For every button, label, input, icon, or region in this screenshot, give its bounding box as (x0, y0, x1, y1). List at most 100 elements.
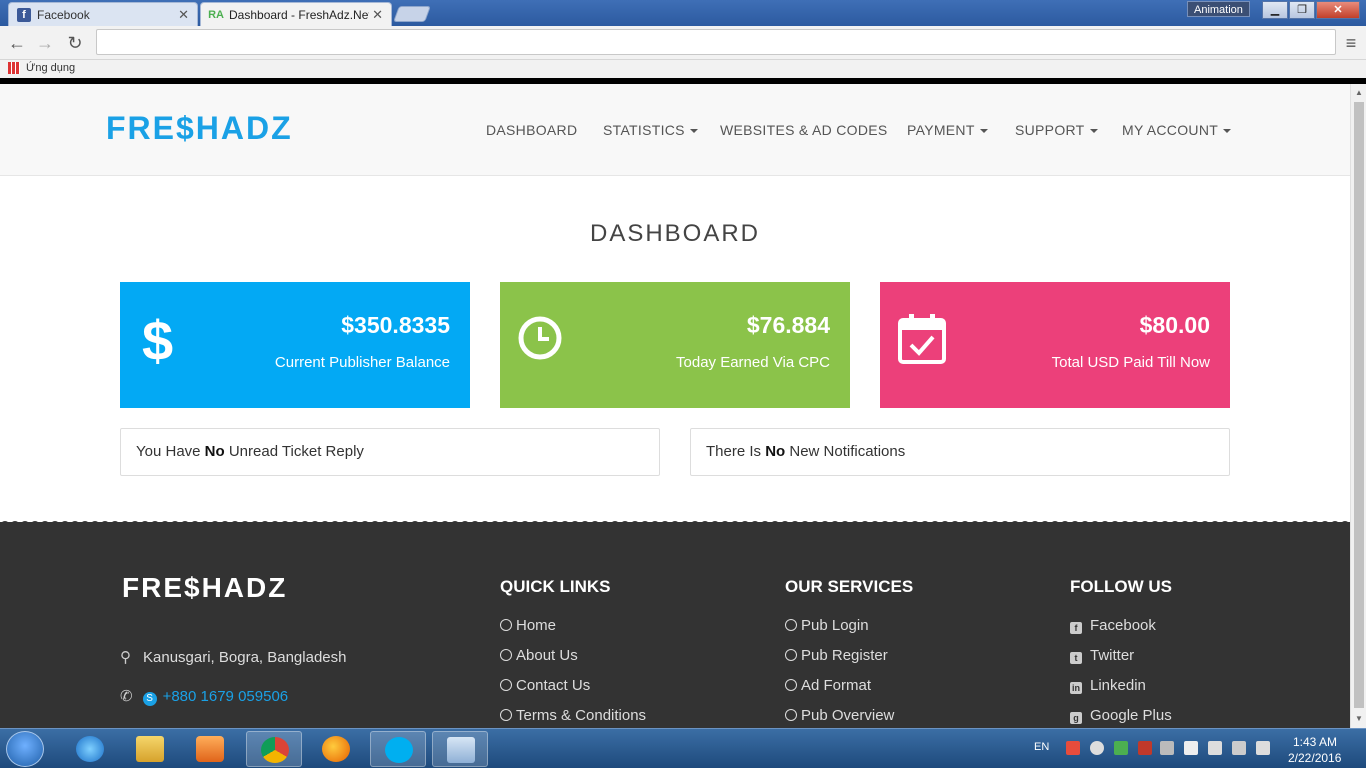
browser-tab-facebook[interactable]: f Facebook ✕ (8, 2, 198, 26)
maximize-window-icon[interactable]: ❐ (1289, 1, 1315, 19)
scroll-up-icon[interactable]: ▲ (1354, 88, 1364, 98)
dollar-icon: $ (142, 312, 173, 368)
link-label: Twitter (1090, 647, 1135, 664)
card-today-earned: $76.884 Today Earned Via CPC (500, 282, 850, 408)
footer-link-pub-register[interactable]: Pub Register (785, 647, 888, 664)
footer-social-twitter[interactable]: t Twitter (1070, 647, 1134, 664)
svg-text:$: $ (142, 312, 173, 368)
close-tab-icon[interactable]: ✕ (178, 7, 189, 23)
card-label: Current Publisher Balance (274, 354, 450, 371)
footer-link-terms[interactable]: Terms & Conditions (500, 707, 646, 724)
footer-link-home[interactable]: Home (500, 617, 556, 634)
apps-grid-icon[interactable] (8, 62, 20, 74)
footer-social-facebook[interactable]: f Facebook (1070, 617, 1156, 634)
services-heading: OUR SERVICES (785, 577, 914, 596)
quick-links-heading: QUICK LINKS (500, 577, 611, 596)
tray-vivaldi-icon[interactable] (1138, 741, 1152, 755)
taskbar-chrome[interactable] (246, 731, 302, 767)
scroll-down-icon[interactable]: ▼ (1354, 714, 1364, 724)
nav-statistics[interactable]: STATISTICS (603, 122, 698, 138)
twitter-icon: t (1070, 652, 1082, 664)
footer-link-pub-overview[interactable]: Pub Overview (785, 707, 894, 724)
taskbar-skype[interactable] (370, 731, 426, 767)
start-button[interactable] (6, 731, 44, 767)
footer-logo[interactable]: FRE$HADZ (122, 572, 287, 604)
map-pin-icon: ⚲ (120, 649, 131, 666)
notice-text: There Is (706, 443, 766, 460)
clock-date[interactable]: 2/22/2016 (1288, 751, 1341, 765)
footer-social-google-plus[interactable]: g Google Plus (1070, 707, 1172, 724)
tray-status-icon[interactable] (1090, 741, 1104, 755)
nav-websites-ad-codes[interactable]: WEBSITES & AD CODES (720, 122, 888, 138)
tray-volume-muted-icon[interactable] (1160, 741, 1174, 755)
calendar-check-icon (898, 314, 946, 364)
link-label: Pub Login (801, 617, 869, 634)
tray-speaker-icon[interactable] (1256, 741, 1270, 755)
browser-tab-dashboard[interactable]: RA Dashboard - FreshAdz.Net ✕ (200, 2, 392, 26)
ticket-notice: You Have No Unread Ticket Reply (120, 428, 660, 476)
check-circle-icon (500, 619, 512, 631)
minimize-window-icon[interactable]: ▁ (1262, 1, 1288, 19)
internet-explorer-icon (76, 736, 104, 762)
footer-link-about[interactable]: About Us (500, 647, 578, 664)
taskbar-network-app[interactable] (432, 731, 488, 767)
footer-link-contact[interactable]: Contact Us (500, 677, 590, 694)
nav-support[interactable]: SUPPORT (1015, 122, 1098, 138)
scroll-thumb[interactable] (1354, 102, 1364, 708)
taskbar-explorer[interactable] (122, 731, 178, 767)
nav-label: WEBSITES & AD CODES (720, 122, 888, 138)
card-publisher-balance: $ $350.8335 Current Publisher Balance (120, 282, 470, 408)
reload-icon[interactable]: ↻ (64, 32, 86, 54)
menu-hamburger-icon[interactable]: ≡ (1340, 32, 1362, 54)
bookmarks-bar: Ứng dụng (0, 60, 1366, 78)
forward-arrow-icon[interactable]: → (34, 32, 56, 54)
site-logo[interactable]: FRE$HADZ (106, 110, 293, 147)
firefox-icon (322, 736, 350, 762)
footer-link-ad-format[interactable]: Ad Format (785, 677, 871, 694)
check-circle-icon (785, 619, 797, 631)
link-label: Ad Format (801, 677, 872, 694)
footer-address: ⚲ Kanusgari, Bogra, Bangladesh (120, 648, 346, 666)
taskbar-ie[interactable] (62, 731, 118, 767)
tray-green-icon[interactable] (1114, 741, 1128, 755)
tray-app-icon[interactable] (1066, 741, 1080, 755)
tray-network-icon[interactable] (1232, 741, 1246, 755)
nav-label: PAYMENT (907, 122, 975, 138)
close-window-icon[interactable]: ✕ (1316, 1, 1360, 19)
notice-text: New Notifications (785, 443, 906, 460)
phone-link[interactable]: +880 1679 059506 (163, 688, 289, 705)
back-arrow-icon[interactable]: ← (6, 32, 28, 54)
check-circle-icon (785, 649, 797, 661)
new-tab-button[interactable] (393, 6, 431, 22)
tray-flag-icon[interactable] (1184, 741, 1198, 755)
address-bar[interactable] (96, 29, 1336, 55)
notice-bold: No (204, 443, 225, 460)
close-tab-icon[interactable]: ✕ (372, 7, 383, 23)
page-scrollbar[interactable]: ▲ ▼ (1350, 84, 1366, 728)
footer-phone: ✆ S +880 1679 059506 (120, 687, 288, 706)
check-circle-icon (500, 679, 512, 691)
card-value: $350.8335 (341, 312, 450, 338)
site-header: FRE$HADZ DASHBOARD STATISTICS WEBSITES &… (0, 84, 1350, 176)
link-label: Google Plus (1090, 707, 1172, 724)
language-indicator[interactable]: EN (1034, 741, 1049, 753)
facebook-icon: f (1070, 622, 1082, 634)
google-plus-icon: g (1070, 712, 1082, 724)
footer-social-linkedin[interactable]: in Linkedin (1070, 677, 1146, 694)
taskbar-firefox[interactable] (308, 731, 364, 767)
check-circle-icon (785, 679, 797, 691)
card-value: $80.00 (1139, 312, 1210, 338)
clock-time[interactable]: 1:43 AM (1293, 735, 1337, 749)
link-label: About Us (516, 647, 578, 664)
footer-link-pub-login[interactable]: Pub Login (785, 617, 869, 634)
nav-payment[interactable]: PAYMENT (907, 122, 988, 138)
phone-icon: ✆ (120, 688, 133, 705)
check-circle-icon (500, 709, 512, 721)
taskbar-media-player[interactable] (182, 731, 238, 767)
skype-icon (385, 737, 413, 763)
nav-dashboard[interactable]: DASHBOARD (486, 122, 577, 138)
check-circle-icon (785, 709, 797, 721)
nav-my-account[interactable]: MY ACCOUNT (1122, 122, 1232, 138)
bookmark-apps[interactable]: Ứng dụng (26, 62, 75, 74)
tray-device-icon[interactable] (1208, 741, 1222, 755)
